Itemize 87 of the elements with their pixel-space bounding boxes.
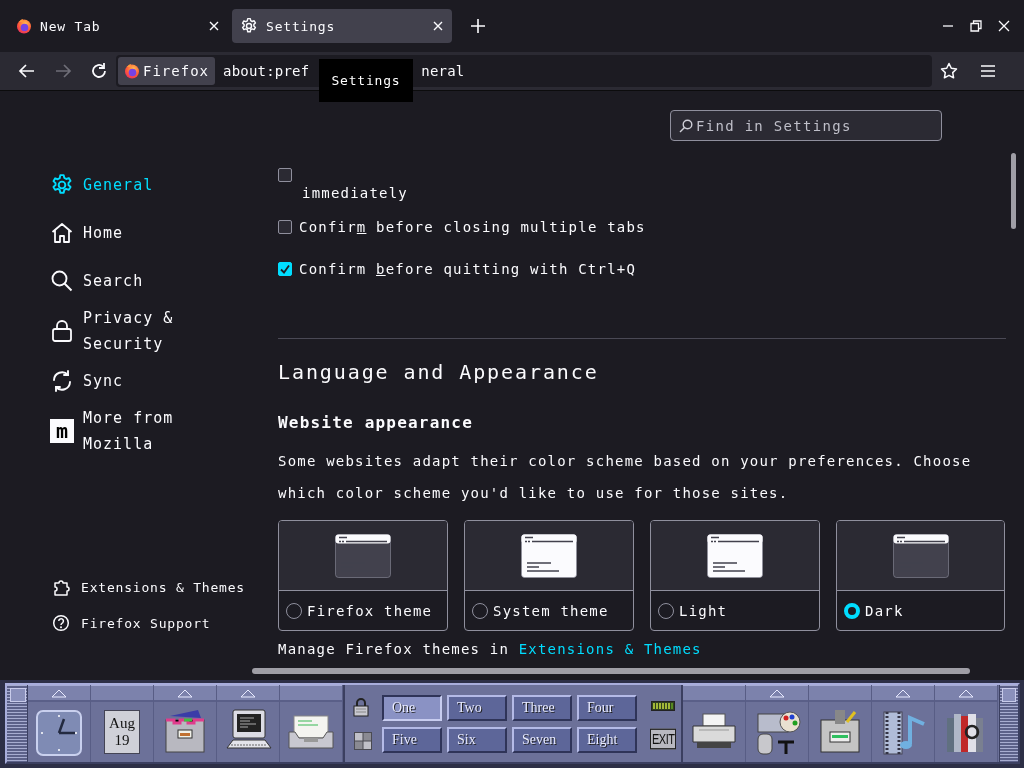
theme-option[interactable]: Light bbox=[650, 520, 820, 631]
radio-button[interactable] bbox=[844, 602, 860, 619]
subpanel-tab[interactable] bbox=[91, 685, 153, 702]
description-text: Some websites adapt their color scheme based on your preferences. Choose which color scheme you'd like to use for those sites. bbox=[278, 452, 973, 503]
reload-icon[interactable] bbox=[90, 62, 108, 80]
tooltip: Settings bbox=[319, 59, 413, 102]
close-icon[interactable] bbox=[208, 20, 220, 32]
theme-label: System theme bbox=[493, 602, 609, 619]
light-window-icon bbox=[707, 533, 763, 578]
gear-icon bbox=[240, 17, 258, 35]
checkbox[interactable] bbox=[278, 262, 292, 276]
sidebar-item[interactable]: Home bbox=[50, 209, 278, 257]
theme-label: Firefox theme bbox=[307, 602, 433, 619]
lock-icon bbox=[50, 319, 74, 343]
browser-tab[interactable]: Settings bbox=[232, 9, 452, 43]
back-icon[interactable] bbox=[18, 62, 36, 80]
workspace-button[interactable]: Eight bbox=[577, 726, 637, 753]
subpanel-tab[interactable] bbox=[935, 685, 997, 702]
subpanel-tab[interactable] bbox=[809, 685, 871, 702]
help-icon bbox=[52, 614, 70, 632]
up-arrow-icon[interactable] bbox=[177, 688, 193, 698]
subpanel-tab[interactable] bbox=[217, 685, 279, 702]
workspace-grid-icon[interactable] bbox=[353, 730, 373, 751]
scrollbar-thumb[interactable] bbox=[1011, 153, 1016, 229]
check-icon bbox=[279, 263, 291, 275]
sidebar-item[interactable]: Privacy & Security bbox=[50, 305, 278, 357]
up-arrow-icon[interactable] bbox=[895, 688, 911, 698]
calendar-icon[interactable]: Aug 19 bbox=[104, 710, 140, 754]
workspace-button[interactable]: Five bbox=[382, 726, 442, 753]
restore-icon[interactable] bbox=[970, 20, 982, 32]
extensions-link[interactable]: Extensions & Themes bbox=[518, 641, 702, 657]
up-arrow-icon[interactable] bbox=[769, 688, 785, 698]
browser-logo-icon bbox=[16, 18, 32, 34]
logo-icon: m bbox=[50, 419, 74, 443]
sidebar-item[interactable]: Sync bbox=[50, 357, 278, 405]
scrollbar-thumb[interactable] bbox=[252, 668, 970, 674]
checkbox[interactable] bbox=[278, 168, 292, 182]
sidebar-link[interactable]: Extensions & Themes bbox=[50, 569, 278, 605]
manage-text: Manage Firefox themes in bbox=[278, 641, 511, 657]
up-arrow-icon[interactable] bbox=[240, 688, 256, 698]
search-icon bbox=[50, 269, 74, 293]
light-window-icon bbox=[521, 533, 577, 578]
browser-logo-icon bbox=[124, 63, 140, 79]
workspace-button[interactable]: Six bbox=[447, 726, 507, 753]
subpanel-tab[interactable] bbox=[683, 685, 745, 702]
workspace-button[interactable]: Three bbox=[512, 694, 572, 721]
theme-option[interactable]: System theme bbox=[464, 520, 634, 631]
puzzle-icon bbox=[52, 577, 70, 597]
subpanel-tab[interactable] bbox=[28, 685, 90, 702]
lock-icon[interactable] bbox=[353, 696, 369, 717]
checkbox-label: immediately bbox=[302, 185, 409, 201]
section-heading: Language and Appearance bbox=[278, 361, 600, 383]
identity-button[interactable]: Firefox bbox=[118, 57, 215, 85]
gear-icon bbox=[50, 173, 74, 197]
close-icon[interactable] bbox=[998, 20, 1010, 32]
dark-window-icon bbox=[335, 533, 391, 578]
workspace-button[interactable]: Two bbox=[447, 694, 507, 721]
sync-icon bbox=[50, 369, 74, 393]
sidebar-link[interactable]: Firefox Support bbox=[50, 605, 278, 641]
dark-window-icon bbox=[892, 533, 949, 578]
checkbox[interactable] bbox=[278, 220, 292, 234]
theme-label: Light bbox=[679, 602, 728, 619]
exit-button[interactable]: EXIT bbox=[650, 728, 677, 749]
sidebar-item[interactable]: General bbox=[50, 161, 278, 209]
workspace-button[interactable]: Four bbox=[577, 694, 637, 721]
subsection-heading: Website appearance bbox=[278, 413, 474, 433]
subpanel-tab[interactable] bbox=[872, 685, 934, 702]
theme-option[interactable]: Firefox theme bbox=[278, 520, 448, 631]
subpanel-tab[interactable] bbox=[746, 685, 808, 702]
load-meter-icon bbox=[651, 700, 676, 711]
up-arrow-icon[interactable] bbox=[958, 688, 974, 698]
subpanel-tab[interactable] bbox=[154, 685, 216, 702]
browser-tab[interactable]: New Tab bbox=[8, 9, 228, 43]
checkbox-label: Confirm before closing multiple tabs bbox=[299, 219, 646, 235]
checkbox-label: Confirm before quitting with Ctrl+Q bbox=[299, 261, 637, 277]
workspace-button[interactable]: Seven bbox=[512, 726, 572, 753]
clock-icon[interactable] bbox=[34, 708, 84, 756]
up-arrow-icon[interactable] bbox=[51, 688, 67, 698]
new-tab-icon[interactable] bbox=[470, 18, 486, 34]
star-icon[interactable] bbox=[940, 62, 958, 80]
theme-label: Dark bbox=[865, 602, 904, 619]
sidebar-item[interactable]: Search bbox=[50, 257, 278, 305]
subpanel-tab[interactable] bbox=[280, 685, 342, 702]
close-icon[interactable] bbox=[432, 20, 444, 32]
home-icon bbox=[50, 221, 74, 245]
theme-option[interactable]: Dark bbox=[836, 520, 1005, 631]
search-field[interactable]: Find in Settings bbox=[670, 110, 942, 141]
